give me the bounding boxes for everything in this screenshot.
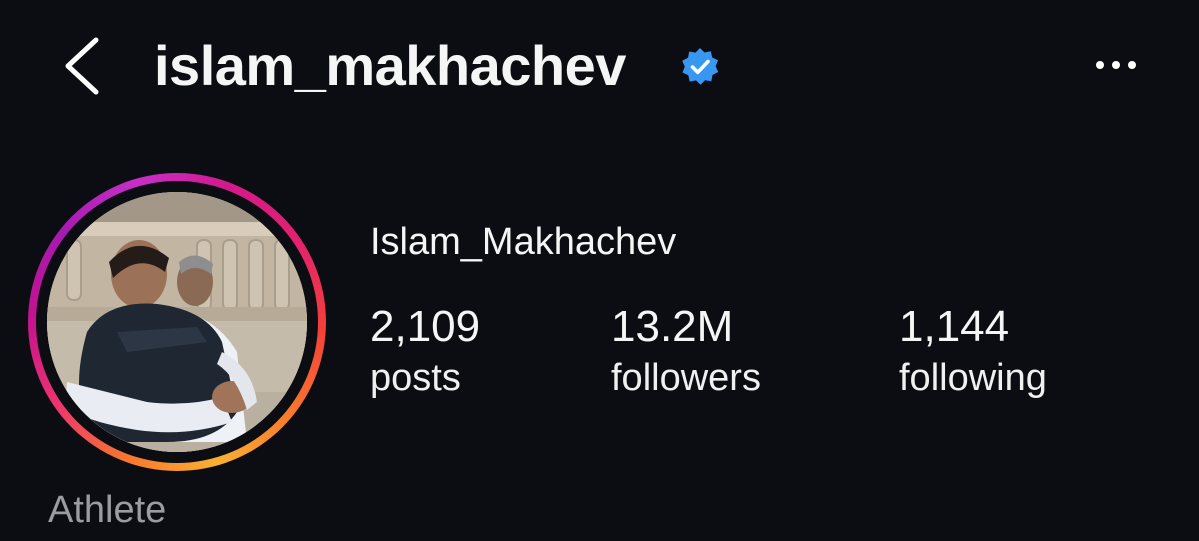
stat-followers-label: followers bbox=[611, 357, 761, 399]
more-options-button[interactable] bbox=[1086, 50, 1146, 80]
stat-following-count: 1,144 bbox=[899, 302, 1010, 351]
stat-followers-count: 13.2M bbox=[611, 302, 734, 351]
chevron-left-icon bbox=[65, 37, 99, 95]
stat-posts[interactable]: 2,109 posts bbox=[370, 300, 480, 402]
stat-following[interactable]: 1,144 following bbox=[899, 300, 1047, 402]
profile-screen: islam_makhachev Islam_Makhachev 2,109 po… bbox=[0, 0, 1199, 541]
more-horizontal-icon bbox=[1096, 61, 1136, 69]
verified-badge-icon bbox=[682, 48, 719, 85]
story-ring[interactable] bbox=[28, 173, 326, 471]
stat-following-label: following bbox=[899, 357, 1047, 399]
avatar-photo-image bbox=[47, 192, 307, 452]
back-button[interactable] bbox=[58, 34, 106, 98]
profile-username: islam_makhachev bbox=[154, 34, 626, 97]
profile-display-name: Islam_Makhachev bbox=[370, 221, 677, 263]
stat-posts-label: posts bbox=[370, 357, 461, 399]
avatar[interactable] bbox=[47, 192, 307, 452]
stat-followers[interactable]: 13.2M followers bbox=[611, 300, 761, 402]
stat-posts-count: 2,109 bbox=[370, 302, 481, 351]
profile-category: Athlete bbox=[48, 489, 167, 531]
